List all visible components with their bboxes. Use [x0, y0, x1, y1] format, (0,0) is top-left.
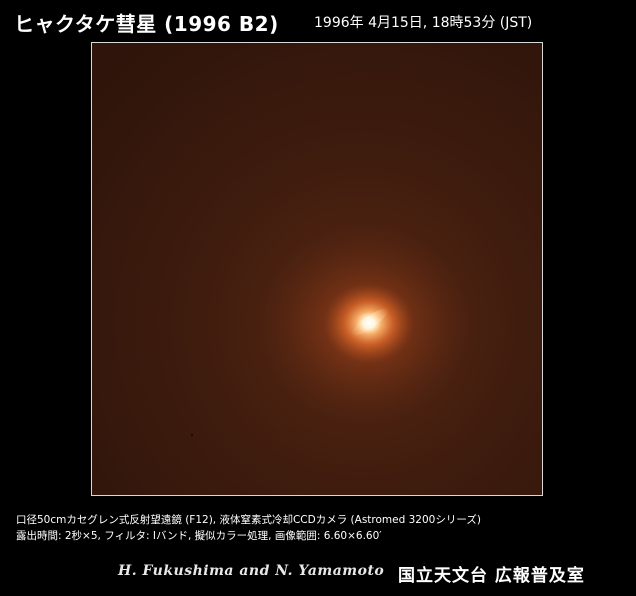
caption: 口径50cmカセグレン式反射望遠鏡 (F12), 液体窒素式冷却CCDカメラ (… [16, 512, 628, 544]
caption-line-1: 口径50cmカセグレン式反射望遠鏡 (F12), 液体窒素式冷却CCDカメラ (… [16, 514, 481, 526]
observation-datetime: 1996年 4月15日, 18時53分 (JST) [314, 15, 533, 31]
institution-name: 国立天文台 広報普及室 [398, 566, 585, 586]
comet-image [92, 43, 542, 495]
photo-credits: H. Fukushima and N. Yamamoto [118, 563, 385, 579]
header: ヒャクタケ彗星 (1996 B2) 1996年 4月15日, 18時53分 (J… [14, 6, 626, 38]
caption-line-2: 露出時間: 2秒×5, フィルタ: Iバンド, 擬似カラー処理, 画像範囲: 6… [16, 530, 382, 542]
dark-speck [190, 433, 194, 437]
page-title: ヒャクタケ彗星 (1996 B2) [14, 12, 279, 36]
comet-nucleus [357, 312, 381, 334]
comet-photo [91, 42, 543, 496]
